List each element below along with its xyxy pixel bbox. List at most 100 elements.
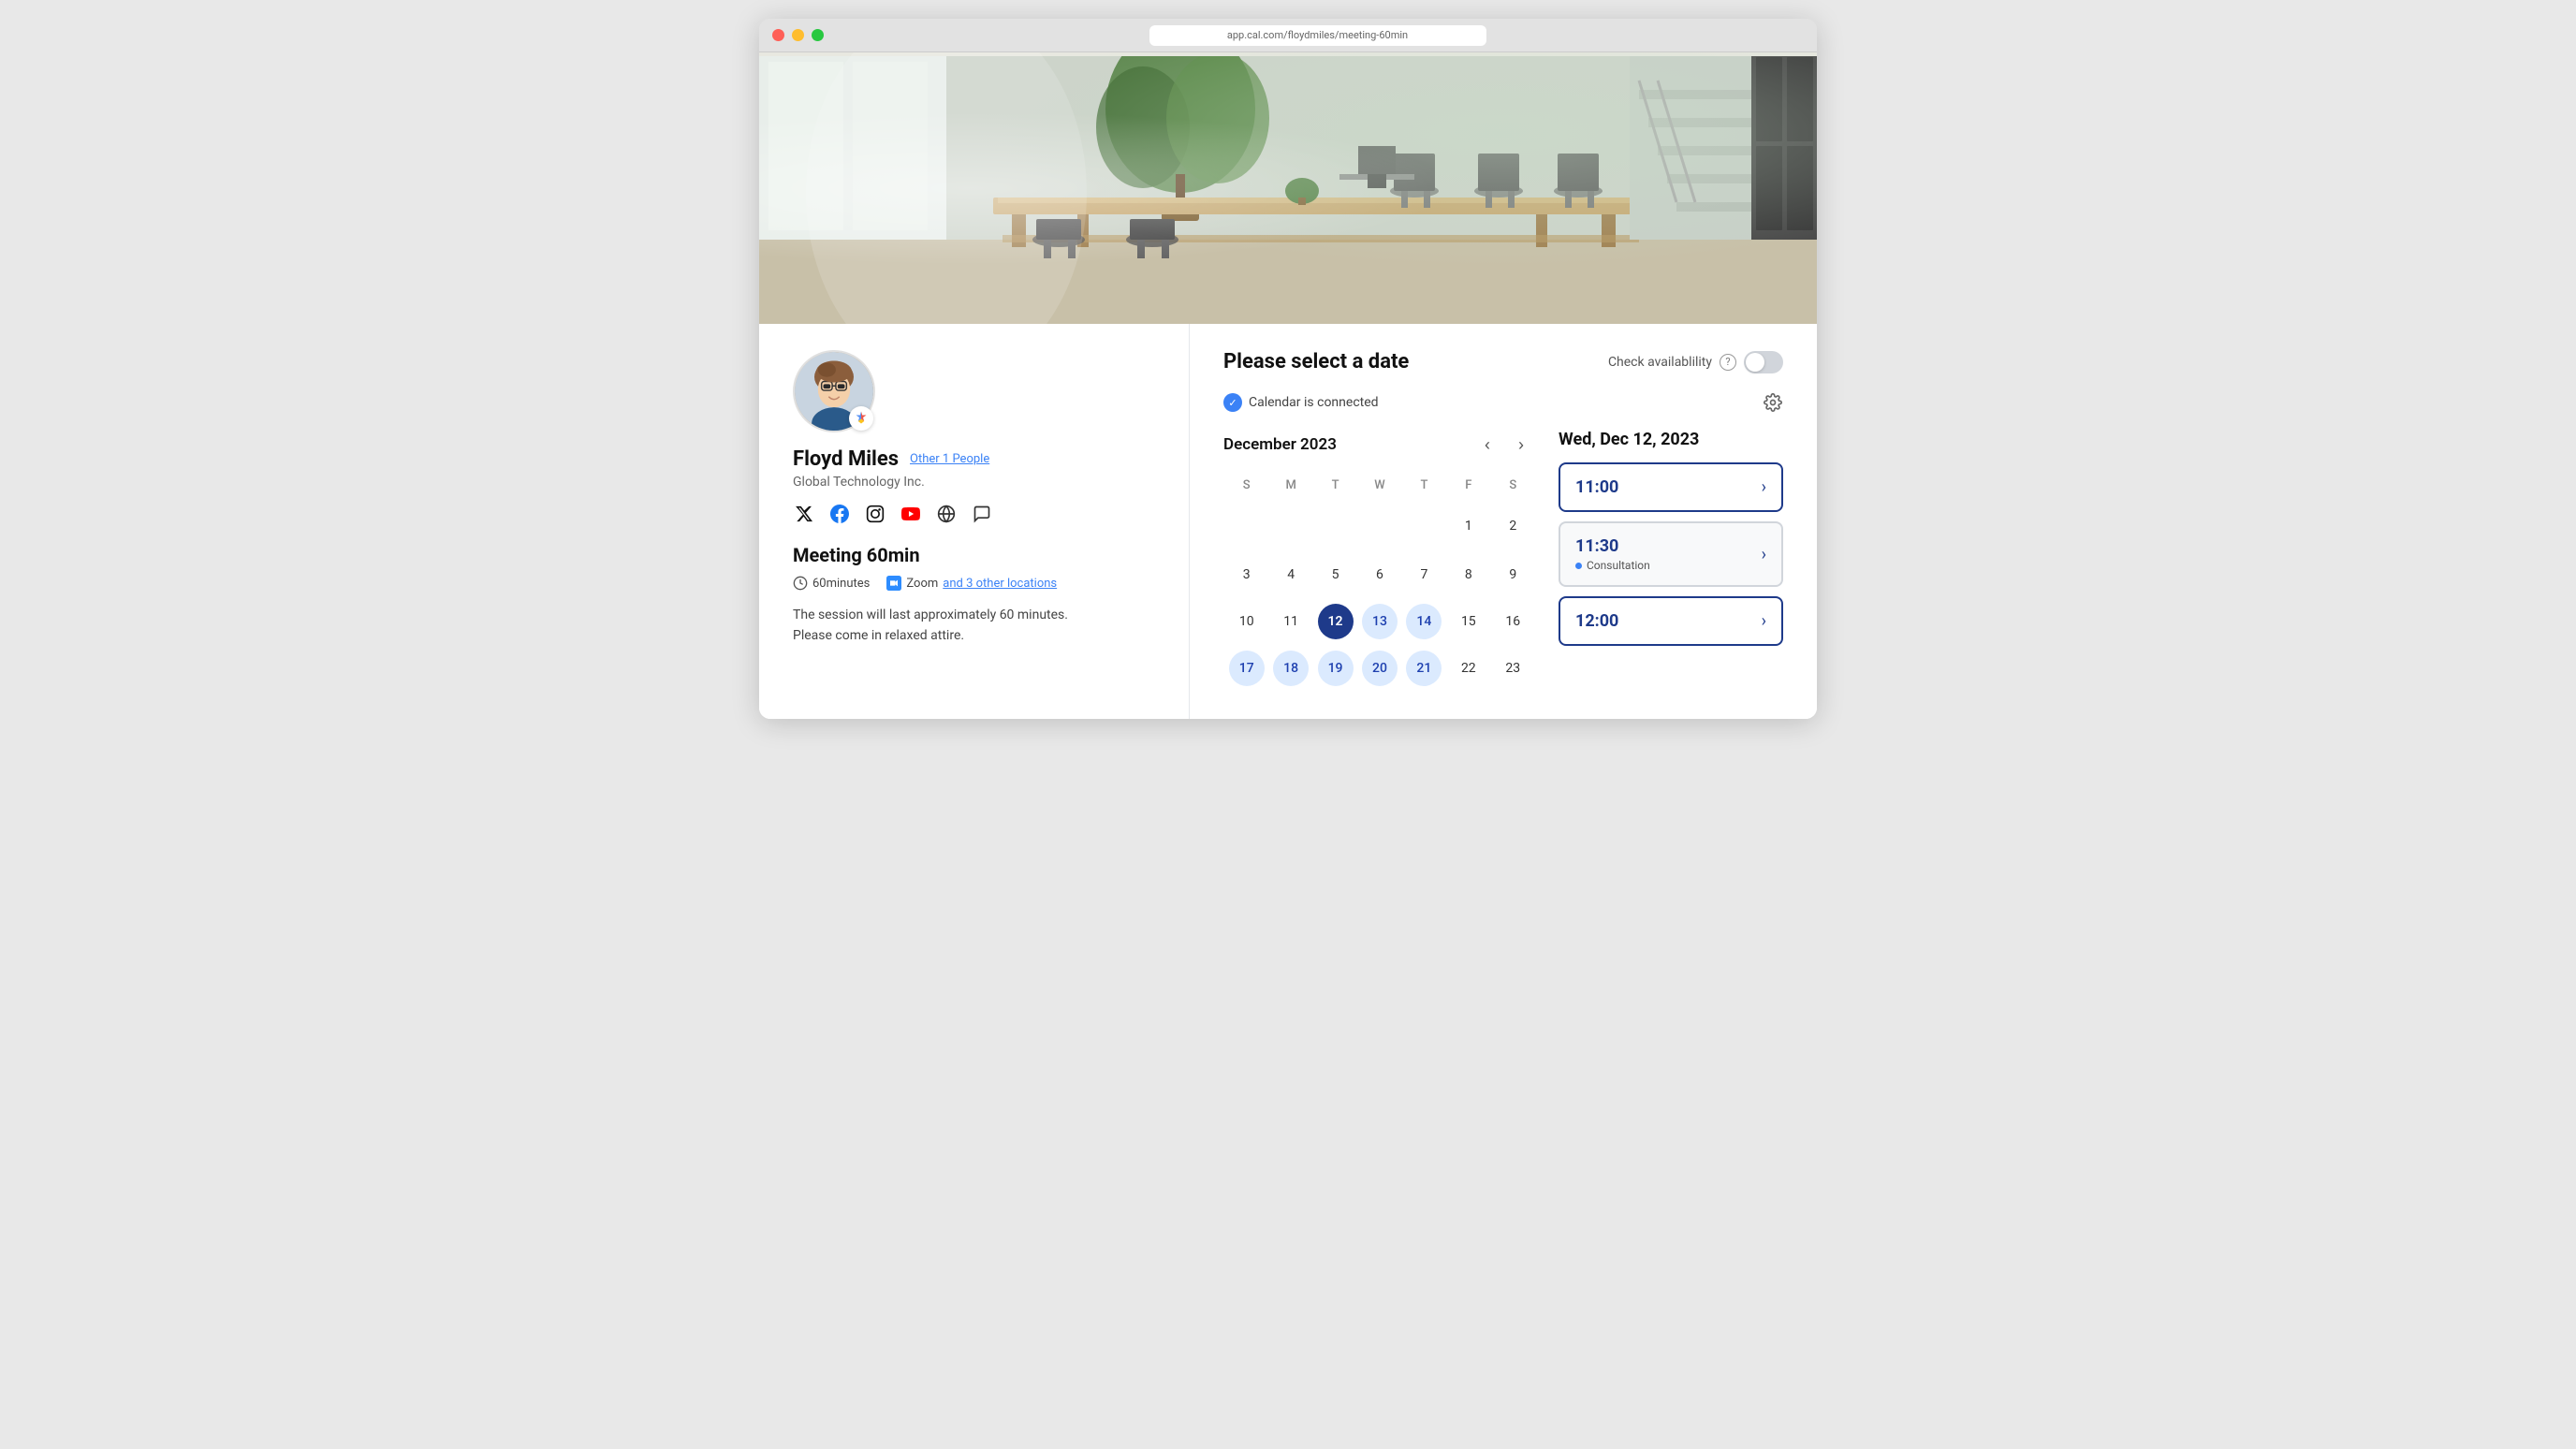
company-name: Global Technology Inc. xyxy=(793,475,1155,490)
calendar-day-cell: 2 xyxy=(1492,502,1534,550)
calendar-day-12[interactable]: 12 xyxy=(1318,604,1354,639)
calendar-day-cell: 7 xyxy=(1403,552,1445,597)
calendar-day-cell: 22 xyxy=(1447,646,1489,691)
weekday-thu: T xyxy=(1403,475,1445,500)
calendar-day-2: 2 xyxy=(1495,508,1530,544)
meeting-meta: 60minutes Zoom and 3 other locations xyxy=(793,576,1155,591)
calendar-day-cell: 1 xyxy=(1447,502,1489,550)
calendar-day-cell xyxy=(1314,502,1356,550)
youtube-icon[interactable] xyxy=(900,503,922,525)
description-line2: Please come in relaxed attire. xyxy=(793,628,964,643)
titlebar-center: app.cal.com/floydmiles/meeting-60min xyxy=(831,25,1804,46)
calendar-day-cell: 9 xyxy=(1492,552,1534,597)
calendar-day-16: 16 xyxy=(1495,604,1530,639)
calendar-day-cell: 16 xyxy=(1492,599,1534,644)
zoom-icon xyxy=(886,576,901,591)
clock-icon xyxy=(793,576,808,591)
check-circle-icon: ✓ xyxy=(1223,393,1242,412)
cal-nav-group: ‹ › xyxy=(1472,430,1536,460)
time-slot-1100-chevron: › xyxy=(1762,477,1766,497)
calendar-day-17[interactable]: 17 xyxy=(1229,651,1265,686)
right-panel: Please select a date Check availablility… xyxy=(1190,324,1817,719)
zoom-label: Zoom xyxy=(906,577,938,591)
prev-month-button[interactable]: ‹ xyxy=(1472,430,1502,460)
calendar-day-19[interactable]: 19 xyxy=(1318,651,1354,686)
date-picker-title: Please select a date xyxy=(1223,350,1409,373)
time-slot-1200-time: 12:00 xyxy=(1575,611,1618,631)
calendar-day-9: 9 xyxy=(1495,557,1530,593)
calendar-day-cell: 4 xyxy=(1269,552,1311,597)
calendar-day-8: 8 xyxy=(1451,557,1486,593)
calendar-day-21[interactable]: 21 xyxy=(1406,651,1442,686)
facebook-icon[interactable] xyxy=(828,503,851,525)
check-availability-label: Check availablility xyxy=(1608,355,1712,370)
check-availability-toggle[interactable] xyxy=(1744,351,1783,373)
calendar-day-3: 3 xyxy=(1229,557,1265,593)
time-slot-1130[interactable]: 11:30 Consultation › xyxy=(1559,521,1783,587)
time-slot-1130-content: 11:30 Consultation xyxy=(1575,536,1650,572)
help-icon[interactable]: ? xyxy=(1720,354,1736,371)
close-button[interactable] xyxy=(772,29,784,41)
other-people-link[interactable]: Other 1 People xyxy=(910,452,989,466)
consultation-dot xyxy=(1575,563,1582,569)
calendar-day-cell: 5 xyxy=(1314,552,1356,597)
hero-image xyxy=(759,52,1817,324)
titlebar: app.cal.com/floydmiles/meeting-60min xyxy=(759,19,1817,52)
left-panel: Floyd Miles Other 1 People Global Techno… xyxy=(759,324,1190,719)
calendar-day-6: 6 xyxy=(1362,557,1398,593)
calendar-day-cell: 17 xyxy=(1225,646,1267,691)
consultation-label: Consultation xyxy=(1587,559,1650,572)
calendar-day-13[interactable]: 13 xyxy=(1362,604,1398,639)
calendar-day-11: 11 xyxy=(1273,604,1309,639)
google-badge xyxy=(849,406,873,431)
instagram-icon[interactable] xyxy=(864,503,886,525)
maximize-button[interactable] xyxy=(812,29,824,41)
empty-day xyxy=(1362,506,1398,542)
description-line1: The session will last approximately 60 m… xyxy=(793,607,1068,622)
website-icon[interactable] xyxy=(935,503,958,525)
calendar-day-cell: 11 xyxy=(1269,599,1311,644)
settings-gear-icon[interactable] xyxy=(1763,392,1783,413)
avatar-container xyxy=(793,350,875,432)
url-text: app.cal.com/floydmiles/meeting-60min xyxy=(1227,29,1408,41)
calendar-day-22: 22 xyxy=(1451,651,1486,686)
calendar-day-cell: 20 xyxy=(1358,646,1400,691)
weekday-tue: T xyxy=(1314,475,1356,500)
url-bar[interactable]: app.cal.com/floydmiles/meeting-60min xyxy=(1149,25,1486,46)
calendar-day-cell: 13 xyxy=(1358,599,1400,644)
calendar-day-10: 10 xyxy=(1229,604,1265,639)
calendar-day-14[interactable]: 14 xyxy=(1406,604,1442,639)
time-slot-1200[interactable]: 12:00 › xyxy=(1559,596,1783,646)
calendar-day-cell: 23 xyxy=(1492,646,1534,691)
calendar-connected-label: Calendar is connected xyxy=(1249,395,1379,410)
calendar-day-cell xyxy=(1358,502,1400,550)
calendar-day-cell: 10 xyxy=(1225,599,1267,644)
calendar-day-23: 23 xyxy=(1495,651,1530,686)
time-slot-1100[interactable]: 11:00 › xyxy=(1559,462,1783,512)
calendar-month: December 2023 xyxy=(1223,435,1337,454)
calendar-week-row: 3456789 xyxy=(1225,552,1534,597)
minimize-button[interactable] xyxy=(792,29,804,41)
profile-section xyxy=(793,350,1155,432)
chat-icon[interactable] xyxy=(971,503,993,525)
weekday-header-row: S M T W T F S xyxy=(1225,475,1534,500)
empty-day xyxy=(1318,506,1354,542)
calendar-day-18[interactable]: 18 xyxy=(1273,651,1309,686)
other-locations-link[interactable]: and 3 other locations xyxy=(943,577,1057,591)
twitter-icon[interactable] xyxy=(793,503,815,525)
calendar-day-cell xyxy=(1225,502,1267,550)
time-slot-1130-chevron: › xyxy=(1762,545,1766,564)
calendar-day-15: 15 xyxy=(1451,604,1486,639)
calendar-day-20[interactable]: 20 xyxy=(1362,651,1398,686)
calendar-grid: S M T W T F S 12345678910111213 xyxy=(1223,473,1536,693)
calendar-day-cell: 3 xyxy=(1225,552,1267,597)
time-slot-1100-time: 11:00 xyxy=(1575,477,1618,497)
calendar-day-cell: 19 xyxy=(1314,646,1356,691)
main-layout: Floyd Miles Other 1 People Global Techno… xyxy=(759,324,1817,719)
next-month-button[interactable]: › xyxy=(1506,430,1536,460)
calendar-day-cell: 6 xyxy=(1358,552,1400,597)
weekday-sun: S xyxy=(1225,475,1267,500)
selected-date-label: Wed, Dec 12, 2023 xyxy=(1559,430,1783,449)
calendar-week-row: 12 xyxy=(1225,502,1534,550)
calendar-day-cell xyxy=(1269,502,1311,550)
